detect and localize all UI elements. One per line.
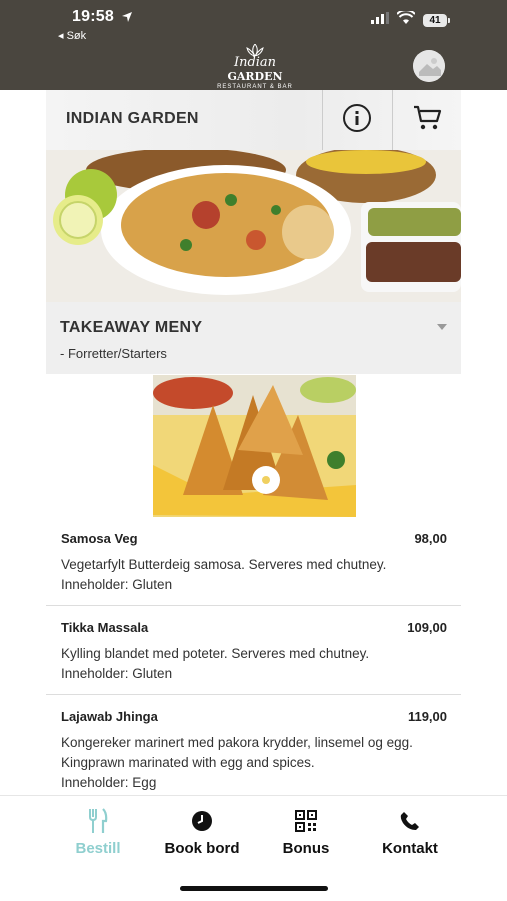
- top-bar: 19:58 ◂ Søk 41 Indian GARDEN RESTAURANT …: [0, 0, 507, 90]
- status-icons: 41: [371, 9, 450, 29]
- signal-icon: [371, 11, 389, 29]
- cart-icon: [412, 104, 442, 137]
- battery-indicator: 41: [423, 13, 450, 27]
- qr-code-icon: [251, 808, 361, 834]
- tab-bestill[interactable]: Bestill: [43, 808, 153, 857]
- item-allergens: Inneholder: Gluten: [61, 577, 173, 592]
- item-allergens: Inneholder: Egg: [61, 775, 157, 790]
- home-indicator: [180, 886, 328, 891]
- item-name: Samosa Veg: [61, 531, 138, 546]
- logo-text-indian: Indian: [233, 55, 277, 70]
- restaurant-logo: Indian GARDEN RESTAURANT & BAR: [210, 44, 300, 90]
- menu-item-tikka-massala[interactable]: Tikka Massala 109,00 Kylling blandet med…: [46, 606, 461, 695]
- restaurant-header: INDIAN GARDEN: [46, 90, 461, 151]
- tab-label: Bestill: [75, 840, 121, 857]
- wifi-icon: [396, 9, 416, 29]
- menu-item-lajawab-jhinga[interactable]: Lajawab Jhinga 119,00 Kongereker mariner…: [46, 695, 461, 803]
- item-name: Tikka Massala: [61, 620, 149, 635]
- tab-label: Bonus: [282, 840, 330, 857]
- item-description: Vegetarfylt Butterdeig samosa. Serveres …: [61, 557, 387, 572]
- cart-button[interactable]: [392, 90, 461, 150]
- item-description: Kylling blandet med poteter. Serveres me…: [61, 646, 370, 661]
- menu-item-samosa-veg[interactable]: Samosa Veg 98,00 Vegetarfylt Butterdeig …: [46, 517, 461, 606]
- phone-icon: [355, 808, 465, 834]
- clock-icon: [147, 808, 257, 834]
- tab-bonus[interactable]: Bonus: [251, 808, 361, 857]
- item-description: Kongereker marinert med pakora krydder, …: [61, 735, 413, 770]
- tab-book-bord[interactable]: Book bord: [147, 808, 257, 857]
- info-icon: [342, 103, 372, 138]
- profile-avatar[interactable]: [413, 50, 445, 82]
- tab-label: Book bord: [164, 840, 240, 857]
- info-button[interactable]: [322, 90, 391, 150]
- fork-knife-icon: [43, 808, 153, 834]
- category-subtitle: - Forretter/Starters: [60, 346, 167, 361]
- tab-kontakt[interactable]: Kontakt: [355, 808, 465, 857]
- tab-label: Kontakt: [382, 840, 438, 857]
- item-price: 109,00: [407, 620, 447, 635]
- restaurant-name: INDIAN GARDEN: [66, 110, 199, 127]
- menu-category-selector[interactable]: TAKEAWAY MENY - Forretter/Starters: [46, 302, 461, 374]
- back-to-search-link[interactable]: ◂ Søk: [58, 29, 86, 42]
- hero-food-image: [46, 150, 461, 302]
- category-title: TAKEAWAY MENY: [60, 319, 203, 336]
- status-time: 19:58: [72, 8, 114, 25]
- location-arrow-icon: [121, 10, 133, 28]
- logo-text-garden: GARDEN: [227, 70, 283, 83]
- chevron-down-icon: [437, 324, 447, 330]
- item-name: Lajawab Jhinga: [61, 709, 158, 724]
- menu-list: Samosa Veg 98,00 Vegetarfylt Butterdeig …: [46, 517, 461, 803]
- category-food-image: [153, 375, 356, 517]
- item-price: 119,00: [407, 709, 447, 724]
- item-price: 98,00: [414, 531, 447, 546]
- item-allergens: Inneholder: Gluten: [61, 666, 173, 681]
